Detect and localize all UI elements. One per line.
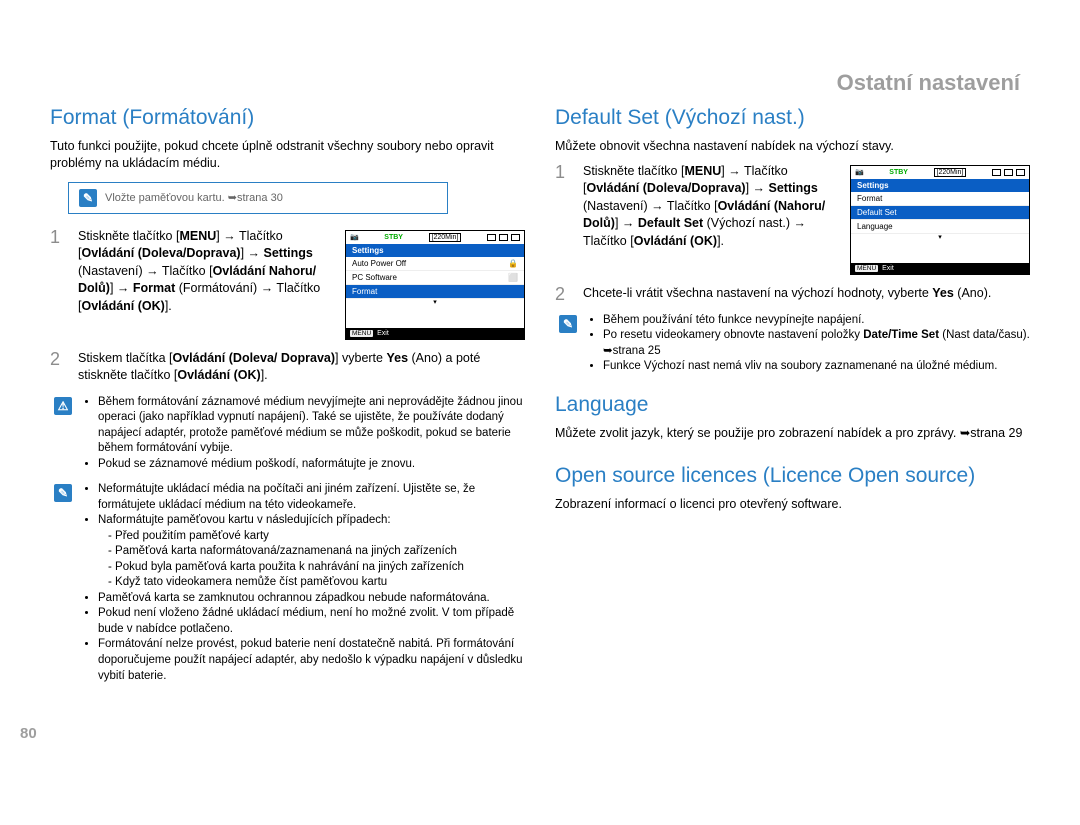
format-warnings: Během formátování záznamové médium nevyj… [98,395,525,473]
note-text: Vložte paměťovou kartu. ➥strana 30 [105,191,283,204]
default-step1: Stiskněte tlačítko [MENU] → Tlačítko [Ov… [583,163,840,275]
lcd-item: Auto Power Off🔒 [346,257,524,271]
note-icon: ✎ [559,315,577,333]
default-step2: Chcete-li vrátit všechna nastavení na vý… [583,285,1030,303]
format-tips: Neformátujte ukládací média na počítači … [98,482,525,684]
lcd-item-selected: Format [346,285,524,299]
format-step1: Stiskněte tlačítko [MENU] → Tlačítko [Ov… [78,228,335,340]
warning-icon: ⚠ [54,397,72,415]
heading-format: Format (Formátování) [50,106,525,130]
chapter-title: Ostatní nastavení [50,70,1030,96]
open-source-body: Zobrazení informací o licenci pro otevře… [555,496,1030,513]
lcd-item: Language [851,220,1029,234]
step-number-2: 2 [50,350,68,385]
lcd-item: Format [851,192,1029,206]
lcd-time: [220Min] [934,168,967,177]
lcd-item-selected: Default Set [851,206,1029,220]
menu-badge: MENU [350,330,373,337]
default-intro: Můžete obnovit všechna nastavení nabídek… [555,138,1030,155]
heading-open-source: Open source licences (Licence Open sourc… [555,464,1030,488]
lcd-menu-head: Settings [346,244,524,257]
menu-badge: MENU [855,265,878,272]
lcd-preview-default: 📷 STBY [220Min] Settings Format Default … [850,165,1030,275]
default-tips: Během používání této funkce nevypínejte … [603,313,1030,375]
language-body: Můžete zvolit jazyk, který se použije pr… [555,425,1030,442]
page-number: 80 [20,725,37,742]
lcd-time: [220Min] [429,233,462,242]
lcd-preview-format: 📷 STBY [220Min] Settings Auto Power Off🔒… [345,230,525,340]
step-number-1: 1 [50,228,68,340]
format-step2: Stiskem tlačítka [Ovládání (Doleva/ Dopr… [78,350,525,385]
heading-language: Language [555,393,1030,417]
info-icon: ✎ [79,189,97,207]
lcd-exit: Exit [377,330,389,337]
step-number-1: 1 [555,163,573,275]
step-number-2: 2 [555,285,573,303]
lcd-stby: STBY [889,169,908,176]
insert-card-note: ✎ Vložte paměťovou kartu. ➥strana 30 [68,182,448,214]
lcd-item: PC Software⬜ [346,271,524,285]
lcd-exit: Exit [882,265,894,272]
heading-default-set: Default Set (Výchozí nast.) [555,106,1030,130]
format-intro: Tuto funkci použijte, pokud chcete úplně… [50,138,525,172]
lcd-menu-head: Settings [851,179,1029,192]
note-icon: ✎ [54,484,72,502]
lcd-stby: STBY [384,234,403,241]
